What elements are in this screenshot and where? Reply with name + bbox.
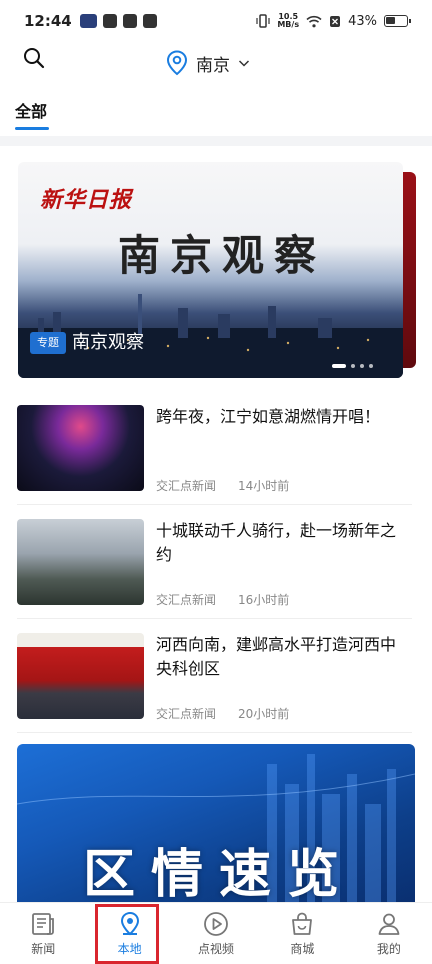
newspaper-icon [32,913,55,935]
news-source: 交汇点新闻 [156,593,217,607]
section-gap [0,136,432,146]
news-meta: 交汇点新闻 14小时前 [156,477,289,494]
carousel-dot [369,364,373,368]
city-name: 南京 [196,55,230,76]
app-notification-icon [79,14,97,28]
shopping-bag-icon [292,912,313,935]
banner-topic-tag: 专题 [30,332,66,354]
news-item[interactable]: 河西向南，建邺高水平打造河西中央科创区 交汇点新闻 20小时前 [17,633,412,723]
divider [17,504,412,505]
divider [17,618,412,619]
tab-all[interactable]: 全部 [15,98,47,122]
notification-icons [79,14,157,28]
vibrate-icon [256,14,270,28]
battery-percent: 43% [348,13,377,29]
nav-label: 新闻 [31,942,56,956]
district-overview-banner[interactable]: 区情速览 [17,744,415,904]
play-circle-icon [204,912,228,936]
banner2-title: 区情速览 [83,845,356,904]
news-meta: 交汇点新闻 16小时前 [156,591,289,608]
news-thumbnail [17,633,144,719]
network-speed: 10.5 MB/s [277,13,299,29]
battery-icon [384,15,411,27]
news-item[interactable]: 跨年夜，江宁如意湖燃情开唱！ 交汇点新闻 14小时前 [17,405,412,495]
status-time: 12:44 [24,12,72,30]
carousel-dot [360,364,364,368]
carousel-dot-active [332,364,346,368]
user-icon [378,913,400,935]
news-title: 跨年夜，江宁如意湖燃情开唱！ [156,407,381,426]
network-speed-unit: MB/s [277,20,300,29]
carousel-dot [351,364,355,368]
tiktok-notification-icon [142,14,157,28]
bottom-navigation: 新闻 本地 点视频 商城 我的 [0,902,432,964]
banner-carousel[interactable]: 新华日报 南京观察 专题 南京观察 [18,162,403,378]
carousel-dots [332,364,373,368]
location-pin-icon [166,50,188,76]
news-time: 16小时前 [238,593,290,607]
nav-label: 我的 [376,942,401,956]
news-time: 20小时前 [238,707,290,721]
news-title: 河西向南，建邺高水平打造河西中央科创区 [156,635,397,678]
nav-label: 本地 [117,942,142,956]
search-icon[interactable] [22,46,46,70]
nav-item-mine[interactable]: 我的 [346,903,432,964]
xinhua-daily-logo: 新华日报 [40,187,133,213]
news-thumbnail [17,405,144,491]
city-selector[interactable]: 南京 [166,50,250,76]
sim-off-icon [330,15,341,27]
nav-item-local[interactable]: 本地 [86,903,172,964]
nav-item-news[interactable]: 新闻 [0,903,86,964]
category-tabs: 全部 [0,92,432,136]
nav-item-mall[interactable]: 商城 [259,903,345,964]
banner-big-title: 南京观察 [118,231,327,280]
news-source: 交汇点新闻 [156,479,217,493]
news-item[interactable]: 十城联动千人骑行，赴一场新年之约 交汇点新闻 16小时前 [17,519,412,609]
nav-label: 商城 [290,942,315,956]
nav-label: 点视频 [198,942,235,956]
link-notification-icon [122,14,137,28]
divider [17,732,412,733]
mail-notification-icon [102,14,117,28]
news-meta: 交汇点新闻 20小时前 [156,705,289,722]
location-pin-icon [120,911,139,936]
chevron-down-icon [238,60,250,67]
status-bar: 12:44 10.5 MB/s 43% [0,0,432,42]
wifi-icon [306,15,322,27]
news-thumbnail [17,519,144,605]
status-right: 10.5 MB/s 43% [256,13,411,29]
top-header: 南京 [0,42,432,86]
news-title: 十城联动千人骑行，赴一场新年之约 [156,521,397,564]
nav-item-video[interactable]: 点视频 [173,903,259,964]
banner-caption: 南京观察 [72,332,144,353]
news-time: 14小时前 [238,479,290,493]
banner-next-peek[interactable] [403,172,416,368]
news-source: 交汇点新闻 [156,707,217,721]
tab-active-indicator [15,127,49,130]
